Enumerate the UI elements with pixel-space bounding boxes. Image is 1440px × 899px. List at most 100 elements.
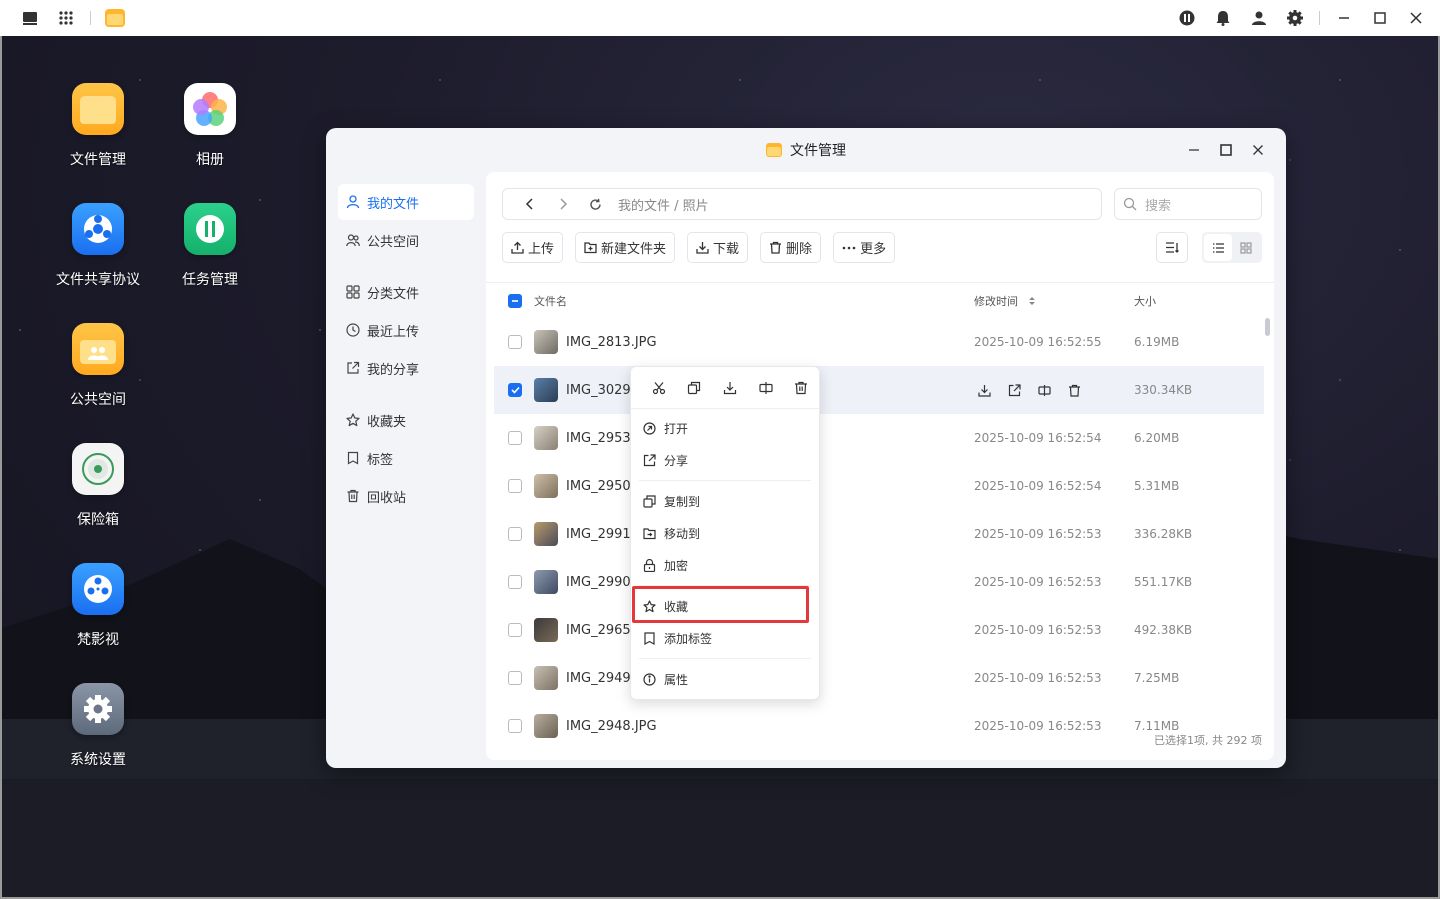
breadcrumb[interactable]: 我的文件 / 照片: [618, 195, 709, 214]
forward-icon[interactable]: [546, 198, 579, 210]
table-row[interactable]: IMG_2813.JPG 2025-10-09 16:52:55 6.19MB: [494, 318, 1264, 366]
address-bar[interactable]: 我的文件 / 照片: [502, 188, 1102, 220]
row-checkbox[interactable]: [508, 414, 522, 462]
desktop-app-safe-box[interactable]: 保险箱: [43, 443, 153, 529]
file-name[interactable]: IMG_2950.: [566, 462, 635, 510]
menu-item-move-to[interactable]: 移动到: [631, 517, 819, 549]
menu-item-properties[interactable]: 属性: [631, 663, 819, 695]
col-name-header[interactable]: 文件名: [534, 283, 567, 319]
table-row[interactable]: IMG_2949. 2025-10-09 16:52:53 7.25MB: [494, 654, 1264, 702]
sidebar-item-my-files[interactable]: 我的文件: [338, 184, 474, 220]
row-checkbox[interactable]: [508, 366, 522, 414]
table-row[interactable]: IMG_2953. 2025-10-09 16:52:54 6.20MB: [494, 414, 1264, 462]
sidebar-item-my-shares[interactable]: 我的分享: [338, 350, 474, 386]
maximize-icon[interactable]: [1362, 0, 1398, 36]
list-view-icon[interactable]: [1204, 234, 1232, 261]
window-minimize-icon[interactable]: [1178, 128, 1210, 172]
desktop-icon[interactable]: [12, 0, 48, 36]
window-titlebar[interactable]: 文件管理: [326, 128, 1286, 172]
sidebar-item-tags[interactable]: 标签: [338, 440, 474, 476]
table-row[interactable]: IMG_2950. 2025-10-09 16:52:54 5.31MB: [494, 462, 1264, 510]
menu-item-encrypt[interactable]: 加密: [631, 549, 819, 581]
row-checkbox[interactable]: [508, 558, 522, 606]
file-modified-time: 2025-10-09 16:52:53: [974, 623, 1102, 637]
row-checkbox[interactable]: [508, 606, 522, 654]
new-folder-button[interactable]: 新建文件夹: [575, 232, 676, 263]
window-maximize-icon[interactable]: [1210, 128, 1242, 172]
row-checkbox[interactable]: [508, 654, 522, 702]
desktop-app-task-manager[interactable]: 任务管理: [155, 203, 265, 289]
rename-icon[interactable]: [748, 381, 784, 395]
refresh-icon[interactable]: [579, 198, 612, 211]
back-icon[interactable]: [513, 198, 546, 210]
col-size-header[interactable]: 大小: [1134, 283, 1156, 319]
desktop-app-file-manager[interactable]: 文件管理: [43, 83, 153, 169]
rename-icon[interactable]: [1029, 384, 1059, 397]
minimize-icon[interactable]: [1326, 0, 1362, 36]
menu-item-open[interactable]: 打开: [631, 412, 819, 444]
menu-item-share[interactable]: 分享: [631, 444, 819, 476]
menu-item-add-tag[interactable]: 添加标签: [631, 622, 819, 654]
scrollbar[interactable]: [1265, 318, 1270, 336]
file-name[interactable]: IMG_2948.JPG: [566, 702, 657, 750]
delete-button[interactable]: 删除: [760, 232, 822, 263]
download-icon[interactable]: [712, 381, 748, 395]
upload-button[interactable]: 上传: [502, 232, 564, 263]
desktop-app-file-sharing[interactable]: 文件共享协议: [43, 203, 153, 289]
share-icon[interactable]: [999, 383, 1029, 397]
table-row[interactable]: IMG_2965. 2025-10-09 16:52:53 492.38KB: [494, 606, 1264, 654]
table-row[interactable]: IMG_3029. 330.34KB: [494, 366, 1264, 414]
table-row[interactable]: IMG_2990. 2025-10-09 16:52:53 551.17KB: [494, 558, 1264, 606]
search-input[interactable]: 搜索: [1114, 188, 1262, 220]
trash-icon[interactable]: [1059, 384, 1089, 397]
file-name[interactable]: IMG_2949.: [566, 654, 635, 702]
row-checkbox[interactable]: [508, 702, 522, 750]
toolbar: 上传 新建文件夹 下载 删除 更多: [502, 232, 907, 263]
bell-icon[interactable]: [1205, 0, 1241, 36]
cut-icon[interactable]: [641, 381, 677, 395]
sidebar-item-recent-uploads[interactable]: 最近上传: [338, 312, 474, 348]
close-icon[interactable]: [1398, 0, 1434, 36]
app-grid-icon[interactable]: [48, 0, 84, 36]
desktop-app-public-space[interactable]: 公共空间: [43, 323, 153, 409]
file-name[interactable]: IMG_2990.: [566, 558, 635, 606]
row-checkbox[interactable]: [508, 318, 522, 366]
row-checkbox[interactable]: [508, 462, 522, 510]
select-all-checkbox[interactable]: [508, 283, 522, 319]
sort-button[interactable]: [1156, 232, 1188, 263]
sidebar-item-public-space[interactable]: 公共空间: [338, 222, 474, 258]
gear-icon[interactable]: [1277, 0, 1313, 36]
download-icon[interactable]: [969, 384, 999, 397]
grid-view-icon[interactable]: [1232, 234, 1260, 261]
file-name[interactable]: IMG_2953.: [566, 414, 635, 462]
share-icon: [347, 361, 360, 374]
divider: [90, 11, 91, 25]
download-button[interactable]: 下载: [687, 232, 749, 263]
table-row[interactable]: IMG_2948.JPG 2025-10-09 16:52:53 7.11MB: [494, 702, 1264, 750]
sidebar-item-favorites[interactable]: 收藏夹: [338, 402, 474, 438]
table-row[interactable]: IMG_2991. 2025-10-09 16:52:53 336.28KB: [494, 510, 1264, 558]
trash-icon[interactable]: [783, 381, 819, 395]
desktop-app-video[interactable]: 梵影视: [43, 563, 153, 649]
file-manager-taskbar-icon[interactable]: [97, 0, 133, 36]
more-button[interactable]: 更多: [833, 232, 896, 263]
file-size: 6.20MB: [1134, 431, 1180, 445]
file-name[interactable]: IMG_2991.: [566, 510, 635, 558]
task-manager-icon: [184, 203, 236, 255]
file-name[interactable]: IMG_3029.: [566, 366, 635, 414]
sidebar-item-label: 分类文件: [367, 286, 420, 302]
file-name[interactable]: IMG_2965.: [566, 606, 635, 654]
task-icon[interactable]: [1169, 0, 1205, 36]
window-close-icon[interactable]: [1242, 128, 1274, 172]
sidebar-item-recycle-bin[interactable]: 回收站: [338, 478, 474, 514]
star-icon: [346, 413, 360, 427]
copy-icon[interactable]: [677, 381, 713, 395]
row-checkbox[interactable]: [508, 510, 522, 558]
sidebar-item-categories[interactable]: 分类文件: [338, 274, 474, 310]
user-icon[interactable]: [1241, 0, 1277, 36]
menu-item-copy-to[interactable]: 复制到: [631, 485, 819, 517]
desktop-app-photos[interactable]: 相册: [155, 83, 265, 169]
desktop-app-system-settings[interactable]: 系统设置: [43, 683, 153, 769]
file-name[interactable]: IMG_2813.JPG: [566, 318, 657, 366]
col-time-header[interactable]: 修改时间: [974, 283, 1036, 319]
